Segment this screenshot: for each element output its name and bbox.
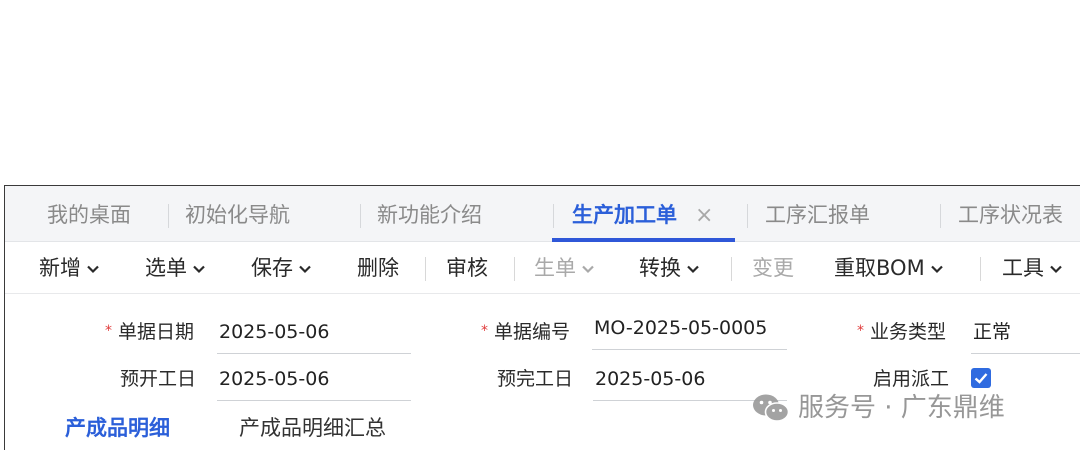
generate-label: 生单 (534, 256, 576, 280)
biz-type-label-text: 业务类型 (870, 321, 947, 343)
refetch-bom-button[interactable]: 重取BOM (834, 242, 944, 294)
tools-button[interactable]: 工具 (1002, 242, 1063, 294)
subtab-product-detail[interactable]: 产成品明细 (65, 408, 170, 448)
plan-start-field[interactable]: 2025-05-06 (217, 361, 411, 401)
tab-production-order[interactable]: 生产加工单 × (552, 186, 736, 242)
subtab-product-summary[interactable]: 产成品明细汇总 (239, 408, 386, 448)
generate-button[interactable]: 生单 (534, 242, 595, 294)
wechat-icon (753, 394, 790, 422)
new-label: 新增 (39, 256, 81, 280)
chevron-down-icon (1050, 265, 1062, 274)
tab-init-guide[interactable]: 初始化导航 (185, 186, 290, 242)
tab-divider (940, 204, 941, 228)
convert-button[interactable]: 转换 (639, 242, 700, 294)
save-button[interactable]: 保存 (251, 242, 312, 294)
delete-button[interactable]: 删除 (357, 242, 399, 294)
tab-process-report[interactable]: 工序汇报单 (765, 186, 870, 242)
subtab-label: 产成品明细 (65, 416, 170, 440)
toolbar-divider (731, 257, 732, 281)
tab-bar: 我的桌面 初始化导航 新功能介绍 生产加工单 × 工序汇报单 工序状况表 (5, 186, 1080, 242)
plan-start-label: 预开工日 (120, 368, 197, 390)
enable-dispatch-checkbox[interactable] (971, 368, 991, 388)
change-button[interactable]: 变更 (752, 242, 794, 294)
toolbar-divider (514, 257, 515, 281)
select-button[interactable]: 选单 (145, 242, 206, 294)
toolbar-divider (425, 257, 426, 281)
doc-no-label: * 单据编号 (481, 316, 570, 346)
review-button[interactable]: 审核 (446, 242, 488, 294)
chevron-down-icon (87, 265, 99, 274)
doc-no-label-text: 单据编号 (494, 321, 571, 343)
tab-divider (360, 204, 361, 228)
refetch-bom-label: 重取BOM (834, 256, 925, 280)
tab-divider (553, 204, 554, 228)
tab-divider (747, 204, 748, 228)
plan-finish-label: 预完工日 (497, 368, 574, 390)
watermark-text: 服务号 · 广东鼎维 (798, 393, 1005, 423)
tab-process-status[interactable]: 工序状况表 (958, 186, 1063, 242)
chevron-down-icon (299, 265, 311, 274)
select-label: 选单 (145, 256, 187, 280)
chevron-down-icon (193, 265, 205, 274)
required-marker: * (105, 323, 112, 339)
watermark: 服务号 · 广东鼎维 (752, 388, 1005, 428)
tools-label: 工具 (1002, 256, 1044, 280)
toolbar: 新增 选单 保存 删除 审核 生单 转换 变更 重取BOM 工具 (5, 242, 1080, 294)
new-button[interactable]: 新增 (39, 242, 100, 294)
chevron-down-icon (687, 265, 699, 274)
tab-new-features[interactable]: 新功能介绍 (377, 186, 482, 242)
doc-date-label-text: 单据日期 (118, 321, 195, 343)
check-icon (974, 373, 988, 384)
doc-no-field[interactable]: MO-2025-05-0005 (592, 310, 787, 350)
required-marker: * (857, 323, 864, 339)
chevron-down-icon (582, 265, 594, 274)
biz-type-field[interactable]: 正常 (971, 314, 1080, 354)
tab-divider (168, 204, 169, 228)
close-icon[interactable]: × (695, 203, 713, 228)
doc-date-field[interactable]: 2025-05-06 (217, 314, 411, 354)
chevron-down-icon (930, 265, 943, 274)
toolbar-divider (980, 257, 981, 281)
doc-date-label: * 单据日期 (105, 316, 194, 346)
tab-label: 生产加工单 (572, 203, 677, 227)
convert-label: 转换 (639, 256, 681, 280)
tab-my-desktop[interactable]: 我的桌面 (47, 186, 131, 242)
save-label: 保存 (251, 256, 293, 280)
required-marker: * (481, 323, 488, 339)
biz-type-label: * 业务类型 (857, 316, 946, 346)
